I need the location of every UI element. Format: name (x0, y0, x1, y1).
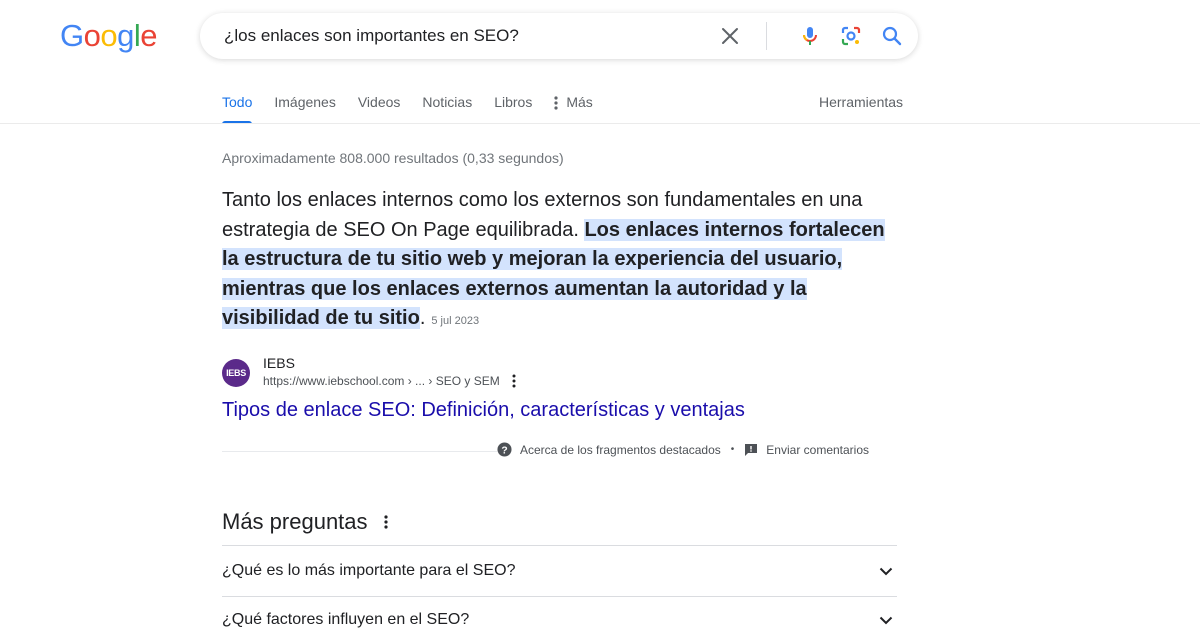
close-icon[interactable] (718, 24, 742, 48)
chevron-down-icon (879, 616, 893, 625)
tab-todo[interactable]: Todo (222, 86, 253, 124)
search-divider (766, 22, 767, 50)
header-divider (0, 123, 1200, 124)
paa-question[interactable]: ¿Qué factores influyen en el SEO? (222, 597, 897, 639)
paa-heading: Más preguntas (222, 509, 388, 535)
help-icon: ? (497, 442, 512, 457)
site-name: IEBS (263, 355, 295, 371)
paa-question-text: ¿Qué factores influyen en el SEO? (222, 611, 470, 628)
more-vert-icon[interactable] (383, 515, 388, 529)
tab-label: Imágenes (274, 94, 336, 110)
logo-letter: o (100, 18, 118, 53)
search-tabs: Todo Imágenes Videos Noticias Libros Más (222, 86, 615, 124)
more-vert-icon (554, 96, 558, 110)
feedback-icon (745, 443, 758, 456)
tab-libros[interactable]: Libros (494, 86, 532, 124)
logo-letter: g (117, 18, 134, 53)
send-feedback-link[interactable]: Enviar comentarios (744, 443, 869, 457)
snippet-divider (222, 451, 497, 452)
paa-question[interactable]: ¿Qué es lo más importante para el SEO? (222, 546, 897, 596)
featured-snippet: Tanto los enlaces internos como los exte… (222, 186, 902, 337)
search-input[interactable]: ¿los enlaces son importantes en SEO? (224, 26, 519, 46)
logo-letter: G (60, 18, 84, 53)
result-source[interactable]: IEBS IEBS https://www.iebschool.com › ..… (222, 355, 516, 390)
about-snippets-link[interactable]: ? Acerca de los fragmentos destacados (497, 442, 721, 457)
tools-button[interactable]: Herramientas (819, 94, 903, 110)
logo-letter: e (140, 18, 158, 53)
tab-videos[interactable]: Videos (358, 86, 401, 124)
site-url-row: https://www.iebschool.com › ... › SEO y … (263, 372, 516, 390)
search-actions (718, 13, 904, 59)
lens-icon[interactable] (839, 24, 863, 48)
tab-imagenes[interactable]: Imágenes (274, 86, 335, 124)
tab-noticias[interactable]: Noticias (422, 86, 472, 124)
source-text: IEBS https://www.iebschool.com › ... › S… (263, 355, 516, 390)
snippet-end: . (419, 307, 426, 329)
snippet-date: 5 jul 2023 (431, 315, 480, 327)
about-label: Acerca de los fragmentos destacados (520, 442, 721, 457)
microphone-icon[interactable] (798, 24, 822, 48)
paa-title: Más preguntas (222, 509, 368, 534)
site-favicon: IEBS (222, 358, 250, 387)
tab-mas[interactable]: Más (554, 86, 593, 124)
google-logo[interactable]: Google (60, 18, 158, 54)
more-vert-icon[interactable] (512, 374, 516, 388)
tab-label: Videos (357, 94, 401, 110)
search-box[interactable]: ¿los enlaces son importantes en SEO? (200, 13, 918, 59)
search-icon[interactable] (880, 24, 904, 48)
result-title-link[interactable]: Tipos de enlace SEO: Definición, caracte… (222, 399, 745, 422)
tab-label: Más (566, 94, 593, 110)
site-url: https://www.iebschool.com › ... › SEO y … (263, 374, 500, 388)
feedback-row: ? Acerca de los fragmentos destacados • … (497, 442, 869, 457)
chevron-down-icon (879, 567, 893, 575)
tab-label: Todo (222, 94, 253, 110)
send-feedback-label: Enviar comentarios (766, 442, 870, 457)
svg-text:?: ? (501, 445, 507, 456)
tab-label: Noticias (422, 94, 473, 110)
bullet-separator: • (730, 444, 735, 455)
paa-question-text: ¿Qué es lo más importante para el SEO? (222, 562, 516, 579)
result-stats: Aproximadamente 808.000 resultados (0,33… (222, 150, 564, 166)
logo-letter: o (83, 18, 101, 53)
tab-label: Libros (494, 94, 533, 110)
